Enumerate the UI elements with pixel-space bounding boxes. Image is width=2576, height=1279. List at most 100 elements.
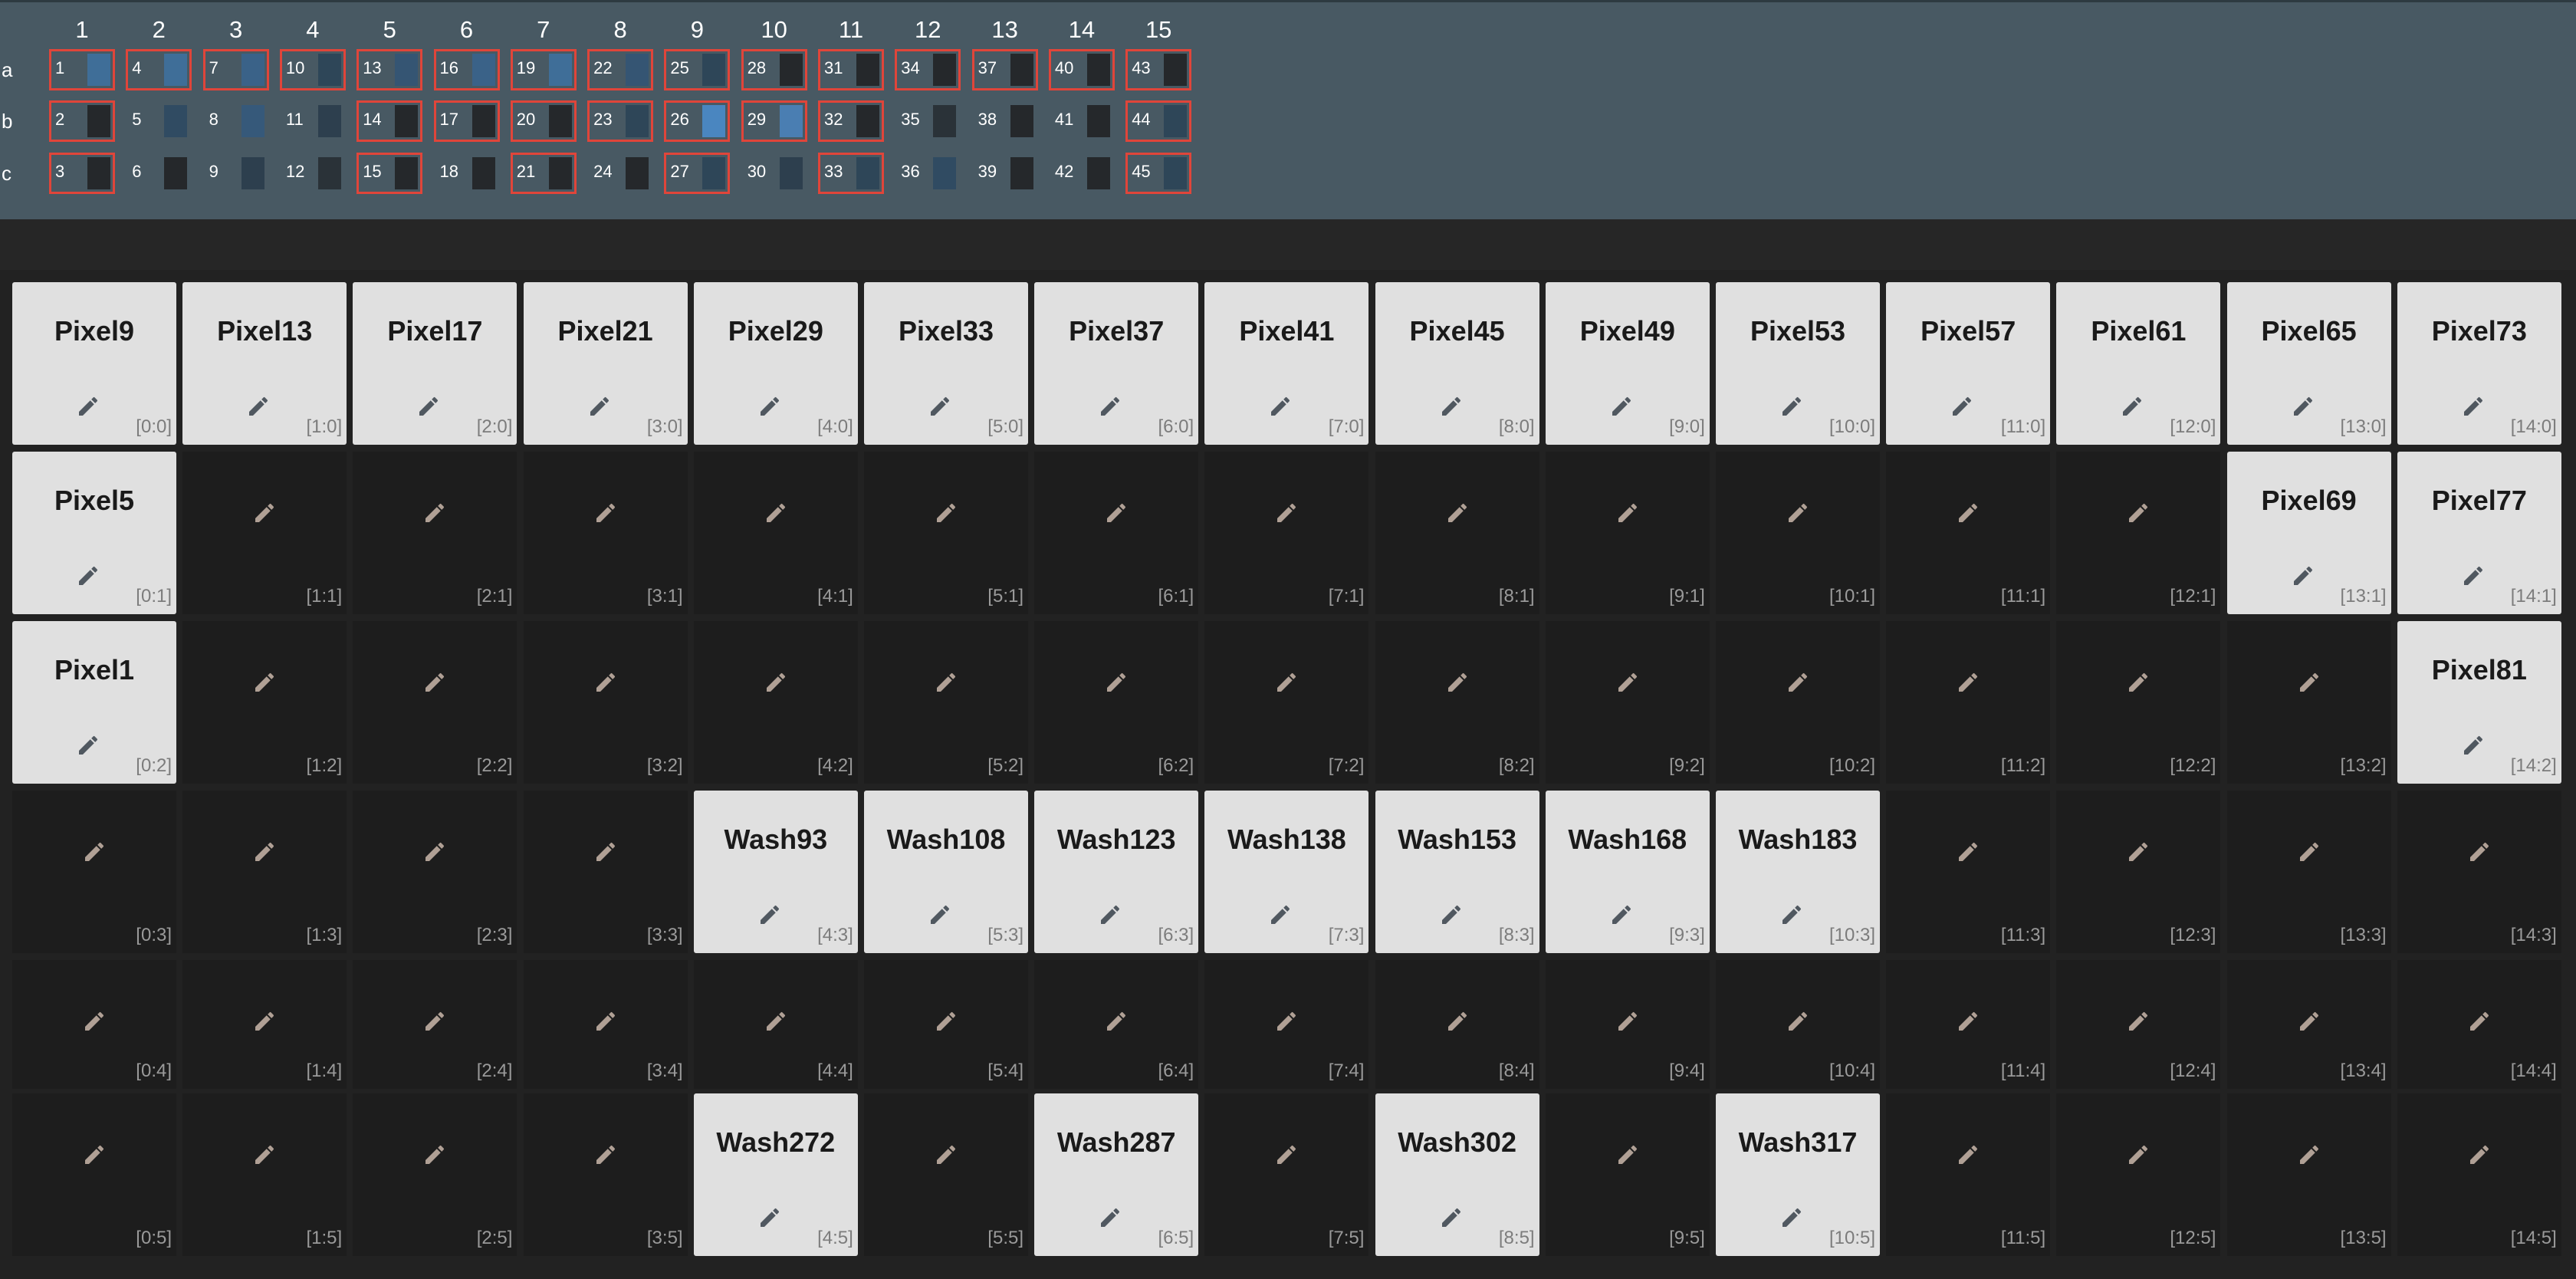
fixture-cell[interactable]: Wash138 [7:3] (1204, 791, 1369, 953)
pencil-icon[interactable] (2467, 840, 2492, 864)
pencil-icon[interactable] (2291, 564, 2315, 588)
patch-slot[interactable]: 28 (741, 49, 807, 90)
pencil-icon[interactable] (1274, 1143, 1299, 1167)
patch-slot[interactable]: 2 (49, 100, 115, 142)
empty-cell[interactable]: [10:2] (1716, 621, 1880, 784)
pencil-icon[interactable] (764, 1009, 788, 1034)
pencil-icon[interactable] (1445, 501, 1470, 525)
fixture-cell[interactable]: Pixel81 [14:2] (2397, 621, 2561, 784)
fixture-cell[interactable]: Pixel61 [12:0] (2056, 282, 2221, 445)
pencil-icon[interactable] (1956, 1009, 1980, 1034)
pencil-icon[interactable] (593, 670, 618, 695)
empty-cell[interactable]: [2:3] (353, 791, 518, 953)
pencil-icon[interactable] (1274, 670, 1299, 695)
pencil-icon[interactable] (252, 1009, 277, 1034)
empty-cell[interactable]: [1:1] (182, 452, 347, 614)
pencil-icon[interactable] (934, 501, 958, 525)
pencil-icon[interactable] (1609, 903, 1634, 927)
patch-slot[interactable]: 41 (1049, 100, 1115, 142)
fixture-cell[interactable]: Wash272 [4:5] (693, 1093, 858, 1256)
pencil-icon[interactable] (1615, 501, 1640, 525)
pencil-icon[interactable] (252, 670, 277, 695)
pencil-icon[interactable] (593, 1143, 618, 1167)
pencil-icon[interactable] (2126, 1009, 2150, 1034)
pencil-icon[interactable] (1445, 670, 1470, 695)
pencil-icon[interactable] (82, 1143, 107, 1167)
fixture-cell[interactable]: Wash302 [8:5] (1375, 1093, 1539, 1256)
patch-slot[interactable]: 5 (126, 100, 192, 142)
pencil-icon[interactable] (934, 1009, 958, 1034)
patch-slot[interactable]: 32 (818, 100, 884, 142)
empty-cell[interactable]: [3:3] (523, 791, 688, 953)
fixture-cell[interactable]: Pixel41 [7:0] (1204, 282, 1369, 445)
empty-cell[interactable]: [9:5] (1545, 1093, 1710, 1256)
fixture-cell[interactable]: Pixel77 [14:1] (2397, 452, 2561, 614)
pencil-icon[interactable] (934, 1143, 958, 1167)
patch-slot[interactable]: 7 (202, 49, 269, 90)
empty-cell[interactable]: [5:2] (864, 621, 1028, 784)
fixture-cell[interactable]: Wash153 [8:3] (1375, 791, 1539, 953)
pencil-icon[interactable] (928, 394, 952, 419)
fixture-cell[interactable]: Pixel21 [3:0] (523, 282, 688, 445)
pencil-icon[interactable] (1786, 1009, 1810, 1034)
pencil-icon[interactable] (1609, 394, 1634, 419)
pencil-icon[interactable] (252, 1143, 277, 1167)
patch-slot[interactable]: 11 (280, 100, 346, 142)
patch-slot[interactable]: 43 (1125, 49, 1192, 90)
empty-cell[interactable]: [4:1] (693, 452, 858, 614)
patch-slot[interactable]: 20 (510, 100, 577, 142)
pencil-icon[interactable] (587, 394, 612, 419)
patch-slot[interactable]: 27 (664, 153, 731, 194)
empty-cell[interactable]: [8:2] (1375, 621, 1539, 784)
patch-slot[interactable]: 10 (279, 49, 346, 90)
pencil-icon[interactable] (2297, 1143, 2321, 1167)
patch-slot[interactable]: 33 (818, 153, 884, 194)
pencil-icon[interactable] (1615, 1009, 1640, 1034)
empty-cell[interactable]: [11:3] (1886, 791, 2051, 953)
fixture-cell[interactable]: Wash108 [5:3] (864, 791, 1028, 953)
pencil-icon[interactable] (1104, 670, 1129, 695)
empty-cell[interactable]: [1:5] (182, 1093, 347, 1256)
patch-slot[interactable]: 44 (1125, 100, 1192, 142)
fixture-cell[interactable]: Pixel37 [6:0] (1034, 282, 1199, 445)
empty-cell[interactable]: [2:1] (353, 452, 518, 614)
pencil-icon[interactable] (757, 394, 782, 419)
pencil-icon[interactable] (2467, 1009, 2492, 1034)
empty-cell[interactable]: [3:2] (523, 621, 688, 784)
empty-cell[interactable]: [5:5] (864, 1093, 1028, 1256)
pencil-icon[interactable] (2461, 733, 2486, 758)
fixture-cell[interactable]: Wash168 [9:3] (1545, 791, 1710, 953)
empty-cell[interactable]: [8:4] (1375, 960, 1539, 1089)
empty-cell[interactable]: [7:5] (1204, 1093, 1369, 1256)
empty-cell[interactable]: [9:2] (1545, 621, 1710, 784)
patch-slot[interactable]: 6 (126, 153, 192, 194)
patch-slot[interactable]: 31 (818, 49, 884, 90)
empty-cell[interactable]: [9:4] (1545, 960, 1710, 1089)
fixture-cell[interactable]: Wash183 [10:3] (1716, 791, 1880, 953)
empty-cell[interactable]: [2:2] (353, 621, 518, 784)
empty-cell[interactable]: [9:1] (1545, 452, 1710, 614)
empty-cell[interactable]: [12:2] (2056, 621, 2221, 784)
pencil-icon[interactable] (1786, 501, 1810, 525)
pencil-icon[interactable] (2297, 840, 2321, 864)
pencil-icon[interactable] (1615, 1143, 1640, 1167)
patch-slot[interactable]: 37 (971, 49, 1038, 90)
empty-cell[interactable]: [10:1] (1716, 452, 1880, 614)
pencil-icon[interactable] (2467, 1143, 2492, 1167)
patch-slot[interactable]: 25 (664, 49, 731, 90)
fixture-cell[interactable]: Wash93 [4:3] (693, 791, 858, 953)
fixture-cell[interactable]: Pixel33 [5:0] (864, 282, 1028, 445)
empty-cell[interactable]: [4:2] (693, 621, 858, 784)
empty-cell[interactable]: [12:3] (2056, 791, 2221, 953)
fixture-cell[interactable]: Wash317 [10:5] (1716, 1093, 1880, 1256)
patch-slot[interactable]: 15 (356, 153, 423, 194)
empty-cell[interactable]: [13:3] (2226, 791, 2391, 953)
fixture-cell[interactable]: Pixel57 [11:0] (1886, 282, 2051, 445)
pencil-icon[interactable] (1098, 903, 1122, 927)
pencil-icon[interactable] (76, 733, 100, 758)
pencil-icon[interactable] (1274, 501, 1299, 525)
empty-cell[interactable]: [0:5] (12, 1093, 176, 1256)
empty-cell[interactable]: [13:2] (2226, 621, 2391, 784)
empty-cell[interactable]: [11:2] (1886, 621, 2051, 784)
pencil-icon[interactable] (1445, 1009, 1470, 1034)
